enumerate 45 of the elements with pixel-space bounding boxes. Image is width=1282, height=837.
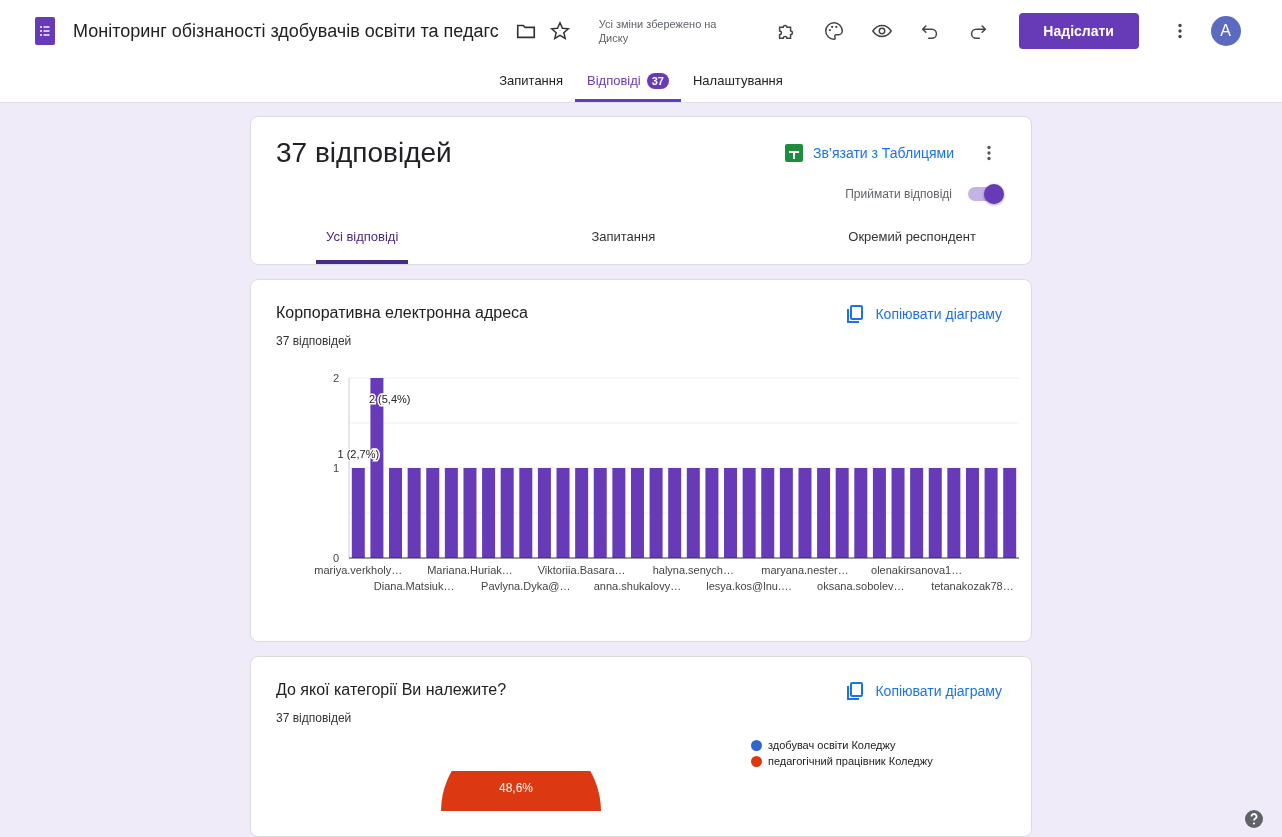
response-count: 37 відповідей (276, 334, 353, 348)
tab[interactable]: Запитання (581, 225, 666, 264)
category-label: mariya.verkholy… (314, 564, 403, 576)
help-icon[interactable] (1244, 809, 1264, 829)
axis-tick-label: 2 (332, 372, 339, 384)
category-label: anna.shukalovy… (593, 580, 682, 592)
category-label: tetanakozak78… (931, 580, 1014, 592)
save-status: Усі зміни збережено на Диску (598, 16, 718, 46)
category-label: lesya.kos@lnu.… (706, 580, 792, 592)
avatar[interactable]: A (1210, 16, 1241, 46)
copy-chart-button[interactable]: Копіювати діаграму (841, 300, 1006, 328)
category-label: olenakirsanova1… (871, 564, 963, 576)
send-button[interactable]: Надіслати (1018, 13, 1139, 49)
question-title: Корпоративна електронна адреса (276, 304, 528, 322)
tab[interactable]: Запитання (487, 62, 575, 102)
axis-tick-label: 0 (332, 552, 339, 564)
category-label: halyna.senych… (652, 564, 734, 576)
tab[interactable]: Налаштування (680, 62, 795, 102)
legend-label: здобувач освіти Коледжу (768, 739, 896, 751)
question-title: До якої категорії Ви належите? (276, 681, 507, 699)
forms-logo-icon[interactable] (35, 17, 55, 45)
tab[interactable]: Усі відповіді (316, 225, 409, 264)
count-badge: 37 (646, 72, 669, 89)
sheets-icon (784, 144, 803, 162)
category-label: oksana.sobolev… (817, 580, 905, 592)
link-sheets-button[interactable]: Зв’язати з Таблицями (780, 140, 958, 166)
copy-chart-button[interactable]: Копіювати діаграму (841, 677, 1006, 705)
star-icon[interactable] (548, 20, 571, 42)
accepting-toggle[interactable] (968, 187, 1002, 201)
category-label: maryana.nester… (761, 564, 849, 576)
tab[interactable]: Окремий респондент (838, 225, 986, 264)
axis-tick-label: 1 (332, 462, 339, 474)
slice-label: 48,6% (499, 781, 534, 795)
legend-label: педагогічний працівник Коледжу (768, 755, 933, 767)
copy-icon (845, 304, 866, 324)
response-count: 37 відповідей (276, 711, 353, 725)
form-title[interactable]: Моніторинг обізнаності здобувачів освіти та педагс (73, 20, 499, 42)
category-label: Diana.Matsiuk… (373, 580, 455, 592)
responses-heading: 37 відповідей (276, 137, 452, 169)
palette-icon[interactable] (822, 20, 845, 42)
category-label: Viktoriia.Basara… (537, 564, 626, 576)
accepting-label: Приймати відповіді (845, 187, 952, 201)
copy-icon (845, 681, 866, 701)
category-label: Mariana.Huriak… (427, 564, 513, 576)
category-label: Pavlyna.Dyka@… (481, 580, 571, 592)
